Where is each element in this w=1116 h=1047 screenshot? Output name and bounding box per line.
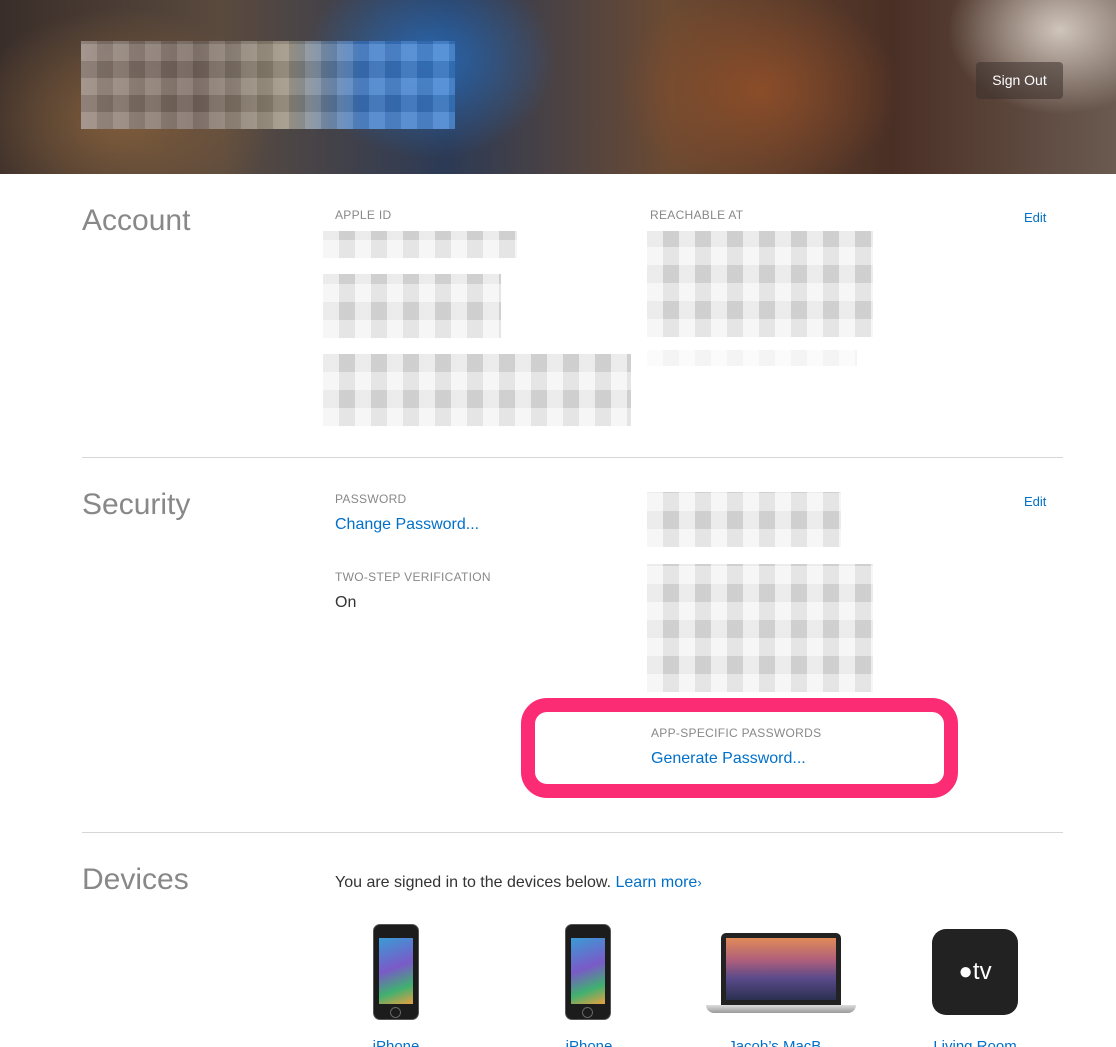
macbook-icon (706, 924, 856, 1014)
section-divider (82, 457, 1063, 458)
change-password-link[interactable]: Change Password... (335, 516, 479, 534)
two-step-verification-value: On (335, 594, 357, 611)
generate-password-link[interactable]: Generate Password... (651, 750, 806, 768)
device-label[interactable]: Living Room (895, 1038, 1055, 1047)
security-section-title: Security (82, 488, 191, 521)
redacted-security-info (647, 492, 841, 547)
device-label[interactable]: iPhone (509, 1038, 669, 1047)
password-label: PASSWORD (335, 492, 407, 506)
account-edit-button[interactable]: Edit (1024, 210, 1046, 225)
sign-out-button[interactable]: Sign Out (976, 62, 1063, 99)
app-specific-passwords-label: APP-SPECIFIC PASSWORDS (651, 726, 822, 740)
redacted-account-info (323, 274, 501, 338)
section-divider (82, 832, 1063, 833)
apple-tv-icon: ●tv (932, 929, 1018, 1015)
redacted-user-name (81, 41, 455, 129)
redacted-reachable-at (647, 350, 857, 366)
devices-intro: You are signed in to the devices below. … (335, 874, 702, 892)
account-section-title: Account (82, 204, 191, 237)
iphone-icon (565, 924, 611, 1020)
devices-intro-text: You are signed in to the devices below. (335, 874, 612, 891)
chevron-right-icon: › (697, 875, 702, 890)
redacted-reachable-at (647, 231, 873, 337)
redacted-apple-id (323, 231, 517, 258)
security-edit-button[interactable]: Edit (1024, 494, 1046, 509)
device-label[interactable]: Jacob’s MacB... (701, 1038, 861, 1047)
devices-section-title: Devices (82, 863, 189, 896)
learn-more-label[interactable]: Learn more (616, 874, 698, 891)
profile-header: Sign Out (0, 0, 1116, 174)
two-step-verification-label: TWO-STEP VERIFICATION (335, 570, 491, 584)
redacted-trusted-numbers (647, 564, 873, 692)
learn-more-link[interactable]: Learn more› (616, 874, 702, 891)
apple-id-label: APPLE ID (335, 208, 392, 222)
annotation-highlight-box (521, 698, 958, 798)
iphone-icon (373, 924, 419, 1020)
reachable-at-label: REACHABLE AT (650, 208, 744, 222)
device-label[interactable]: iPhone (316, 1038, 476, 1047)
apple-logo-icon: ● (958, 958, 973, 985)
redacted-account-info (323, 354, 631, 426)
tv-text: tv (972, 958, 992, 985)
